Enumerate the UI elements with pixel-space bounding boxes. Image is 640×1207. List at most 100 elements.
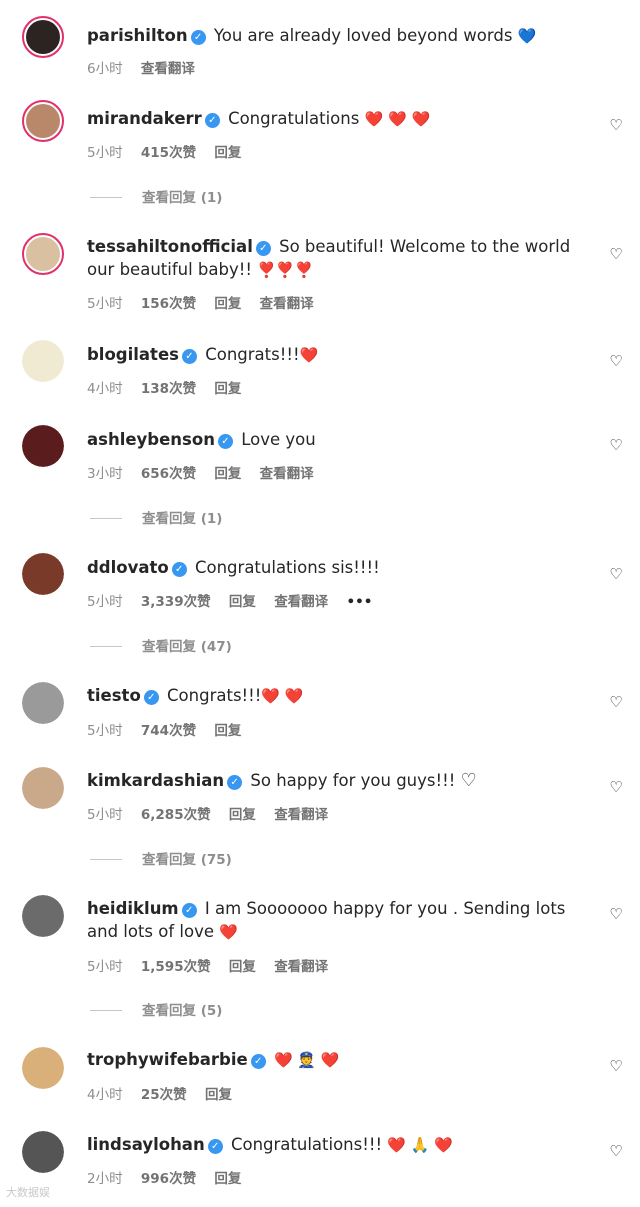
- watermark: 大数据娱: [6, 1186, 50, 1199]
- username[interactable]: blogilates: [87, 345, 179, 364]
- likes-count[interactable]: 415次赞: [141, 145, 196, 161]
- like-heart-icon[interactable]: ♡: [608, 117, 624, 133]
- reply-button[interactable]: 回复: [229, 594, 256, 610]
- username[interactable]: ddlovato: [87, 558, 169, 577]
- translate-button[interactable]: 查看翻译: [274, 594, 328, 610]
- username[interactable]: mirandakerr: [87, 109, 202, 128]
- reply-button[interactable]: 回复: [229, 807, 256, 823]
- username[interactable]: tessahiltonofficial: [87, 237, 253, 256]
- comment-meta: 4小时 25次赞 回复: [87, 1083, 246, 1103]
- likes-count[interactable]: 6,285次赞: [141, 807, 211, 823]
- comment-meta: 2小时 996次赞 回复: [87, 1167, 255, 1187]
- view-replies-button[interactable]: 查看回复 (75): [90, 848, 232, 868]
- username[interactable]: trophywifebarbie: [87, 1050, 248, 1069]
- verified-icon: ✓: [181, 903, 197, 918]
- comment-meta: 5小时 6,285次赞 回复 查看翻译: [87, 803, 342, 823]
- like-heart-icon[interactable]: ♡: [608, 694, 624, 710]
- emoji: ❤️ ❤️: [261, 687, 304, 705]
- reply-button[interactable]: 回复: [214, 145, 241, 161]
- avatar[interactable]: [22, 340, 64, 382]
- avatar[interactable]: [22, 895, 64, 937]
- view-replies-button[interactable]: 查看回复 (47): [90, 635, 232, 655]
- timestamp: 5小时: [87, 959, 123, 975]
- translate-button[interactable]: 查看翻译: [274, 807, 328, 823]
- comment-meta: 4小时 138次赞 回复: [87, 377, 255, 397]
- view-replies-button[interactable]: 查看回复 (1): [90, 186, 222, 206]
- comment-text: Congrats!!!: [205, 345, 300, 364]
- like-heart-icon[interactable]: ♡: [608, 1058, 624, 1074]
- comment-text: Congrats!!!: [167, 686, 262, 705]
- avatar[interactable]: [22, 1047, 64, 1089]
- like-heart-icon[interactable]: ♡: [608, 1143, 624, 1159]
- timestamp: 5小时: [87, 723, 123, 739]
- reply-button[interactable]: 回复: [214, 296, 241, 312]
- verified-icon: ✓: [143, 690, 159, 705]
- timestamp: 5小时: [87, 807, 123, 823]
- divider: [90, 646, 122, 647]
- verified-icon: ✓: [207, 1139, 223, 1154]
- comment-text: Congratulations!!!: [230, 1135, 383, 1154]
- avatar[interactable]: [22, 682, 64, 724]
- likes-count[interactable]: 744次赞: [141, 723, 196, 739]
- divider: [90, 197, 122, 198]
- reply-button[interactable]: 回复: [214, 381, 241, 397]
- like-heart-icon[interactable]: ♡: [608, 437, 624, 453]
- verified-icon: ✓: [181, 349, 197, 364]
- reply-button[interactable]: 回复: [214, 1171, 241, 1187]
- emoji: 💙: [517, 27, 537, 45]
- avatar[interactable]: [22, 100, 64, 142]
- timestamp: 3小时: [87, 466, 123, 482]
- likes-count[interactable]: 656次赞: [141, 466, 196, 482]
- reply-button[interactable]: 回复: [229, 959, 256, 975]
- likes-count[interactable]: 3,339次赞: [141, 594, 211, 610]
- verified-icon: ✓: [250, 1054, 266, 1069]
- avatar[interactable]: [22, 16, 64, 58]
- avatar[interactable]: [22, 1131, 64, 1173]
- avatar[interactable]: [22, 425, 64, 467]
- like-heart-icon[interactable]: ♡: [608, 566, 624, 582]
- avatar[interactable]: [22, 767, 64, 809]
- avatar[interactable]: [22, 233, 64, 275]
- reply-button[interactable]: 回复: [214, 723, 241, 739]
- avatar[interactable]: [22, 553, 64, 595]
- emoji: ❤️ 👮 ❤️: [273, 1051, 340, 1069]
- likes-count[interactable]: 1,595次赞: [141, 959, 211, 975]
- username[interactable]: parishilton: [87, 26, 188, 45]
- more-options-icon[interactable]: •••: [346, 594, 372, 610]
- verified-icon: ✓: [255, 241, 271, 256]
- comment-meta: 5小时 3,339次赞 回复 查看翻译 •••: [87, 590, 386, 610]
- divider: [90, 518, 122, 519]
- username[interactable]: lindsaylohan: [87, 1135, 205, 1154]
- comment-meta: 6小时 查看翻译: [87, 57, 209, 77]
- comment-text: Love you: [241, 430, 316, 449]
- comment-text: Congratulations: [228, 109, 360, 128]
- translate-button[interactable]: 查看翻译: [274, 959, 328, 975]
- like-heart-icon[interactable]: ♡: [608, 246, 624, 262]
- emoji: ❤️ 🙏 ❤️: [387, 1136, 453, 1154]
- reply-button[interactable]: 回复: [214, 466, 241, 482]
- comment-text: You are already loved beyond words: [213, 26, 513, 45]
- likes-count[interactable]: 138次赞: [141, 381, 196, 397]
- username[interactable]: tiesto: [87, 686, 141, 705]
- emoji: ❣️❣️❣️: [257, 261, 314, 279]
- translate-button[interactable]: 查看翻译: [260, 296, 314, 312]
- likes-count[interactable]: 156次赞: [141, 296, 196, 312]
- view-replies-button[interactable]: 查看回复 (5): [90, 999, 222, 1019]
- translate-button[interactable]: 查看翻译: [141, 61, 195, 77]
- likes-count[interactable]: 25次赞: [141, 1087, 187, 1103]
- translate-button[interactable]: 查看翻译: [260, 466, 314, 482]
- like-heart-icon[interactable]: ♡: [608, 906, 624, 922]
- view-replies-button[interactable]: 查看回复 (1): [90, 507, 222, 527]
- reply-button[interactable]: 回复: [205, 1087, 232, 1103]
- username[interactable]: ashleybenson: [87, 430, 215, 449]
- likes-count[interactable]: 996次赞: [141, 1171, 196, 1187]
- timestamp: 4小时: [87, 1087, 123, 1103]
- username[interactable]: kimkardashian: [87, 771, 224, 790]
- comment-text: Congratulations sis!!!!: [194, 558, 380, 577]
- verified-icon: ✓: [217, 434, 233, 449]
- like-heart-icon[interactable]: ♡: [608, 779, 624, 795]
- username[interactable]: heidiklum: [87, 899, 179, 918]
- verified-icon: ✓: [190, 30, 206, 45]
- timestamp: 5小时: [87, 296, 123, 312]
- like-heart-icon[interactable]: ♡: [608, 353, 624, 369]
